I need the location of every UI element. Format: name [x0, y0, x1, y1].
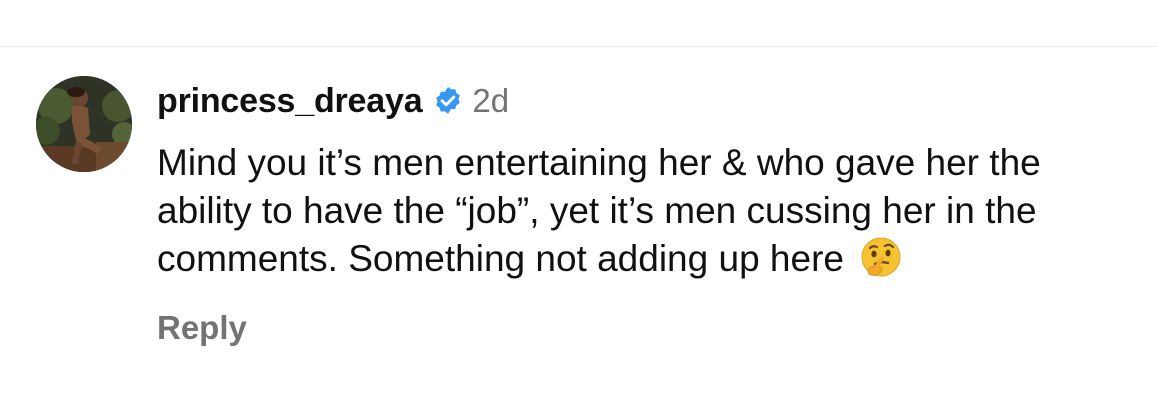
comment-text-block: Mind you it’s men entertaining her & who…: [157, 139, 1137, 283]
avatar[interactable]: [36, 76, 132, 172]
username-link[interactable]: princess_dreaya: [157, 82, 423, 121]
comment-body: princess_dreaya 2d Mind you it’s men ent…: [157, 79, 1147, 347]
top-divider: [0, 46, 1157, 47]
comment-timestamp: 2d: [472, 82, 510, 119]
comment-screen: princess_dreaya 2d Mind you it’s men ent…: [0, 0, 1157, 407]
avatar-image: [36, 76, 132, 172]
verified-badge-icon: [432, 85, 464, 117]
thinking-face-emoji-icon: [858, 235, 904, 281]
comment-header: princess_dreaya 2d: [157, 79, 1147, 123]
comment-text: Mind you it’s men entertaining her & who…: [157, 142, 1041, 279]
reply-button[interactable]: Reply: [157, 309, 1147, 347]
